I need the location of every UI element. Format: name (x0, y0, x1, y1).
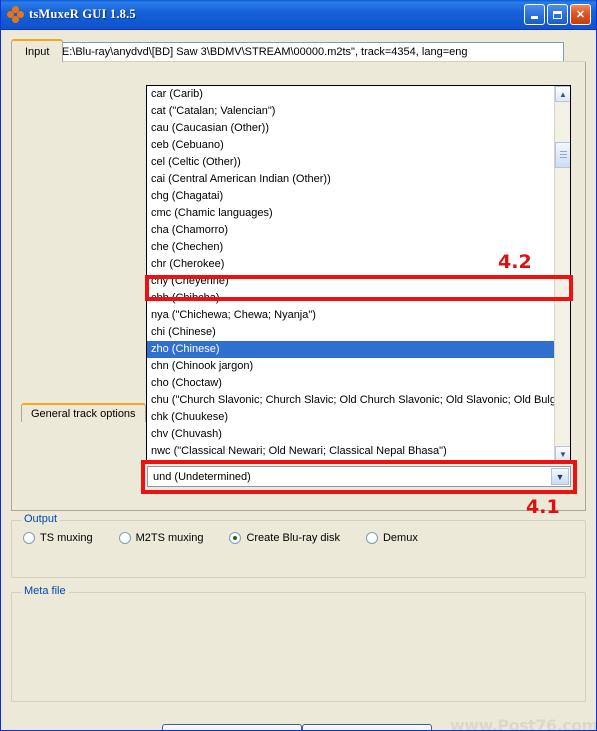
close-icon: ✕ (575, 9, 586, 21)
language-option[interactable]: ceb (Cebuano) (147, 137, 555, 154)
start-muxing-button[interactable]: Start muxing (162, 724, 302, 730)
language-combo-value: und (Undetermined) (153, 470, 251, 483)
radio-demux[interactable]: Demux (365, 532, 418, 544)
application-window: tsMuxeR GUI 1.8.5 ✕ Input General Blu-ra… (0, 0, 597, 731)
language-option[interactable]: cai (Central American Indian (Other)) (147, 171, 555, 188)
maximize-icon (553, 10, 562, 19)
copy-to-clipboard-button[interactable]: Copy to clipboard (302, 724, 432, 730)
language-option[interactable]: chv (Chuvash) (147, 426, 555, 443)
title-bar: tsMuxeR GUI 1.8.5 ✕ (1, 0, 596, 30)
minimize-button[interactable] (524, 4, 545, 25)
language-option[interactable]: cel (Celtic (Other)) (147, 154, 555, 171)
radio-icon (118, 532, 131, 544)
radio-ts-muxing[interactable]: TS muxing (23, 532, 93, 544)
scroll-down-icon[interactable]: ▼ (555, 446, 570, 462)
radio-m2ts-muxing[interactable]: M2TS muxing (118, 532, 204, 544)
language-option[interactable]: nya ("Chichewa; Chewa; Nyanja") (147, 307, 555, 324)
scrollbar-grip-icon (560, 151, 567, 152)
language-option[interactable]: cat ("Catalan; Valencian") (147, 103, 555, 120)
scroll-up-icon[interactable]: ▲ (555, 86, 570, 102)
tab-input[interactable]: Input (11, 39, 64, 62)
language-option[interactable]: cau (Caucasian (Other)) (147, 120, 555, 137)
annotation-label-4-2: 4.2 (498, 251, 532, 273)
language-option[interactable]: syc (Classical Syriac) (147, 460, 555, 462)
app-puzzle-icon (7, 6, 24, 23)
language-option[interactable]: chu ("Church Slavonic; Church Slavic; Ol… (147, 392, 562, 409)
minimize-icon (531, 16, 538, 19)
output-legend: Output (21, 513, 61, 525)
radio-m2ts-muxing-label: M2TS muxing (135, 532, 204, 544)
radio-icon (23, 532, 35, 544)
tab-input-label: Input (25, 45, 50, 58)
language-option[interactable]: chg (Chagatai) (147, 188, 555, 205)
language-dropdown-scrollbar[interactable]: ▲ ▼ (554, 86, 570, 462)
radio-icon-selected (229, 532, 242, 544)
language-dropdown-items: car (Carib) cat ("Catalan; Valencian") cau… (147, 86, 562, 462)
language-option[interactable]: chy (Cheyenne) (147, 273, 555, 290)
client-area: Input General Blu-ray Split & cut Subtit… (1, 30, 597, 731)
general-track-options-label: General track options (31, 407, 136, 420)
language-option[interactable]: cha (Chamorro) (147, 222, 555, 239)
radio-ts-muxing-label: TS muxing (40, 532, 93, 544)
language-option[interactable]: che (Chechen) (147, 239, 555, 256)
language-option[interactable]: chk (Chuukese) (147, 409, 555, 426)
scrollbar-thumb[interactable] (555, 142, 570, 168)
language-dropdown-list[interactable]: car (Carib) cat ("Catalan; Valencian") cau… (146, 85, 571, 463)
maximize-button[interactable] (547, 4, 568, 25)
language-option[interactable]: chb (Chibcha) (147, 290, 555, 307)
language-combo-box[interactable]: und (Undetermined) ▼ (147, 466, 571, 487)
language-option[interactable]: chn (Chinook jargon) (147, 358, 555, 375)
window-title: tsMuxeR GUI 1.8.5 (29, 7, 136, 21)
radio-create-bluray-disk-label: Create Blu-ray disk (246, 532, 340, 544)
language-option[interactable]: chr (Cherokee) (147, 256, 555, 273)
language-option[interactable]: nwc ("Classical Newari; Old Newari; Clas… (147, 443, 555, 460)
language-option[interactable]: car (Carib) (147, 86, 555, 103)
meta-file-legend: Meta file (21, 585, 69, 597)
radio-demux-label: Demux (382, 532, 418, 544)
general-track-options-tab[interactable]: General track options (21, 403, 146, 422)
close-button[interactable]: ✕ (570, 4, 591, 25)
annotation-label-4-1: 4.1 (526, 496, 560, 518)
output-mode-radio-group: TS muxing M2TS muxing Create Blu-ray dis… (23, 532, 444, 544)
watermark-url: www.Post76.com (450, 716, 597, 731)
language-option-selected[interactable]: zho (Chinese) (147, 341, 555, 358)
language-option[interactable]: cho (Choctaw) (147, 375, 555, 392)
window-controls: ✕ (524, 4, 592, 25)
chevron-down-icon[interactable]: ▼ (551, 468, 569, 485)
language-option[interactable]: cmc (Chamic languages) (147, 205, 555, 222)
output-group (11, 520, 586, 578)
radio-icon (365, 532, 378, 544)
forum-watermark: www.Post76.com 影音玩樂論壇 (450, 716, 597, 731)
meta-file-group (11, 592, 586, 702)
meta-line: A_AC3, "E:\Blu-ray\anydvd\[BD] Saw 3\BDM… (17, 46, 468, 58)
radio-create-bluray-disk[interactable]: Create Blu-ray disk (229, 532, 340, 544)
language-option[interactable]: chi (Chinese) (147, 324, 555, 341)
